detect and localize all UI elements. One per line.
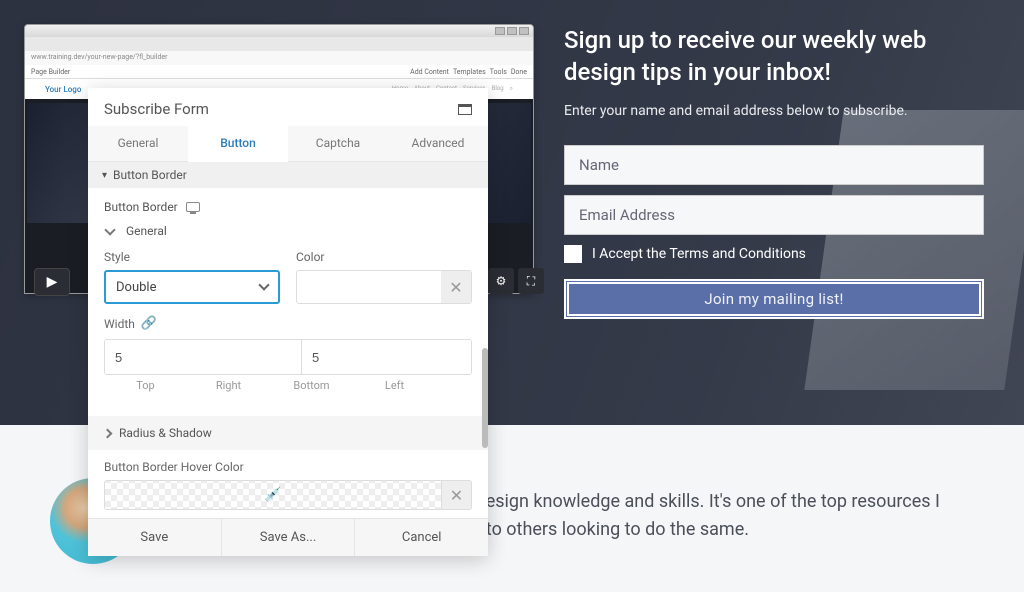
pb-add-content[interactable]: Add Content [410, 68, 449, 76]
style-label: Style [104, 250, 280, 264]
cancel-button[interactable]: Cancel [355, 519, 488, 556]
clear-hover-color-button[interactable]: ✕ [442, 480, 472, 510]
clear-color-button[interactable]: ✕ [441, 271, 471, 303]
email-field[interactable]: Email Address [564, 195, 984, 235]
expand-panel-icon[interactable] [458, 104, 472, 115]
save-button[interactable]: Save [88, 519, 222, 556]
color-picker[interactable]: ✕ [296, 270, 472, 304]
link-values-icon[interactable]: 🔗 [141, 316, 157, 331]
join-button[interactable]: Join my mailing list! [564, 279, 984, 319]
panel-title: Subscribe Form [104, 100, 209, 118]
pb-done[interactable]: Done [511, 68, 527, 76]
fullscreen-icon[interactable]: ⛶ [518, 268, 544, 294]
settings-icon[interactable]: ⚙ [488, 268, 514, 294]
tab-captcha[interactable]: Captcha [288, 126, 388, 161]
hover-color-picker[interactable]: 💉 [104, 480, 442, 510]
chevron-right-icon [103, 428, 113, 438]
chevron-down-icon [104, 224, 115, 235]
max-button[interactable] [507, 27, 517, 35]
panel-scrollbar[interactable] [482, 348, 488, 448]
nav-link[interactable]: Blog [492, 85, 504, 93]
caret-down-icon: ▾ [102, 170, 107, 181]
eyedropper-icon[interactable]: 💉 [264, 487, 281, 503]
accept-label: I Accept the Terms and Conditions [592, 246, 806, 262]
signup-form: Sign up to receive our weekly web design… [564, 24, 994, 319]
width-left-label: Left [353, 379, 436, 392]
section-button-border[interactable]: ▾ Button Border [88, 162, 488, 188]
width-label: Width [104, 317, 135, 331]
min-button[interactable] [495, 27, 505, 35]
chevron-down-icon [258, 279, 269, 290]
tab-general[interactable]: General [88, 126, 188, 161]
style-select[interactable]: Double [104, 270, 280, 304]
general-label: General [126, 224, 167, 238]
signup-heading: Sign up to receive our weekly web design… [564, 24, 994, 89]
url-bar[interactable]: www.training.dev/your-new-page/?fl_build… [25, 51, 533, 65]
settings-panel: Subscribe Form General Button Captcha Ad… [88, 88, 488, 556]
button-border-label: Button Border [104, 200, 178, 214]
hover-color-label: Button Border Hover Color [88, 450, 488, 480]
style-value: Double [116, 280, 156, 295]
page-builder-bar: Page Builder Add Content Templates Tools… [25, 65, 533, 79]
search-icon[interactable]: ⌕ [510, 85, 513, 93]
tab-advanced[interactable]: Advanced [388, 126, 488, 161]
name-field[interactable]: Name [564, 145, 984, 185]
pb-templates[interactable]: Templates [453, 68, 486, 76]
close-button[interactable] [519, 27, 529, 35]
width-top-label: Top [104, 379, 187, 392]
tab-button[interactable]: Button [188, 126, 288, 162]
radius-shadow-label: Radius & Shadow [119, 426, 212, 440]
page-builder-label: Page Builder [31, 68, 70, 76]
color-swatch[interactable] [297, 271, 441, 303]
pb-tools[interactable]: Tools [490, 68, 507, 76]
accept-checkbox[interactable] [564, 245, 582, 263]
general-toggle[interactable]: General [104, 224, 472, 238]
signup-subtext: Enter your name and email address below … [564, 103, 994, 119]
width-bottom-label: Bottom [270, 379, 353, 392]
section-radius-shadow[interactable]: Radius & Shadow [88, 416, 488, 450]
save-as-button[interactable]: Save As... [222, 519, 356, 556]
width-right-label: Right [187, 379, 270, 392]
desktop-icon[interactable] [186, 202, 200, 212]
color-label: Color [296, 250, 472, 264]
browser-tabs [25, 37, 533, 51]
browser-titlebar [25, 25, 533, 37]
play-button[interactable]: ▶ [34, 268, 70, 296]
width-top-input[interactable] [105, 340, 302, 374]
width-right-input[interactable] [302, 340, 472, 374]
section-label: Button Border [113, 168, 187, 182]
site-logo[interactable]: Your Logo [45, 85, 81, 94]
